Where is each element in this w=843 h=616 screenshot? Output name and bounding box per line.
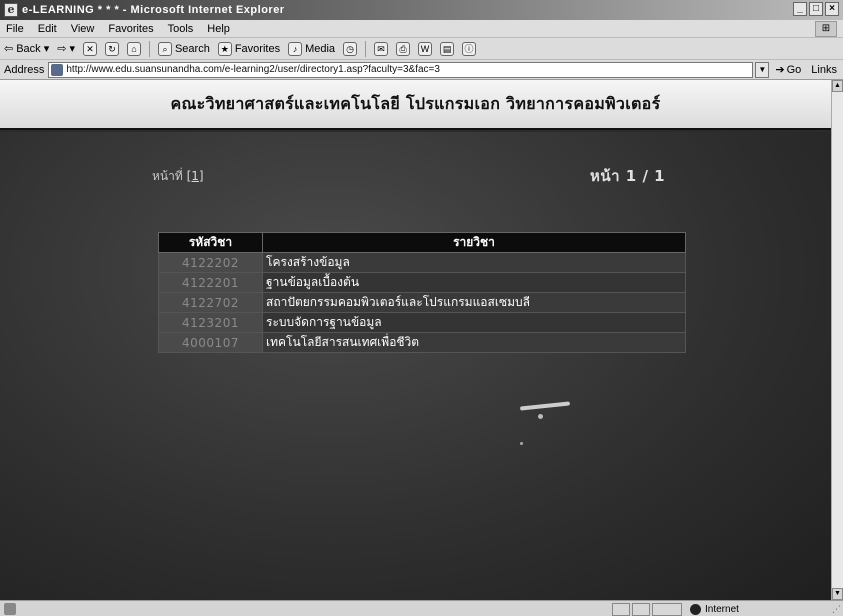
globe-icon	[690, 603, 701, 615]
menu-file[interactable]: File	[6, 23, 24, 35]
forward-button[interactable]: ⇨ ▾	[57, 42, 75, 55]
table-row: 4122201 ฐานข้อมูลเบื้องต้น	[158, 272, 686, 293]
mail-icon[interactable]: ✉	[374, 41, 389, 56]
search-icon: ⌕	[157, 41, 172, 56]
minimize-button[interactable]: _	[793, 2, 807, 16]
table-row: 4000107 เทคโนโลยีสารสนเทศเพื่อชีวิต	[158, 332, 686, 353]
course-name-link[interactable]: เทคโนโลยีสารสนเทศเพื่อชีวิต	[262, 332, 686, 353]
close-button[interactable]: ×	[825, 2, 839, 16]
media-label: Media	[305, 42, 336, 55]
course-code: 4122202	[158, 252, 263, 273]
page-viewport: คณะวิทยาศาสตร์และเทคโนโลยี โปรแกรมเอก วิ…	[0, 80, 831, 600]
back-label: Back	[16, 42, 41, 55]
windows-logo-icon: ⊞	[815, 21, 837, 37]
page-navigation: หน้าที่ [1]	[152, 167, 204, 186]
menubar: File Edit View Favorites Tools Help	[0, 20, 843, 38]
column-header-name: รายวิชา	[262, 232, 686, 253]
ie-app-icon: e	[4, 3, 18, 17]
forward-arrow-icon: ⇨	[57, 43, 67, 55]
table-row: 4122202 โครงสร้างข้อมูล	[158, 252, 686, 273]
chevron-down-icon: ▾	[43, 43, 50, 55]
menu-favorites[interactable]: Favorites	[108, 23, 153, 35]
address-label: Address	[4, 63, 45, 76]
toolbar: ⇦ Back ▾ ⇨ ▾ ✕ ↻ ⌂ ⌕ Search ★ Favorites …	[0, 38, 843, 60]
favorites-icon: ★	[217, 41, 232, 56]
window-title: e-LEARNING * * * - Microsoft Internet Ex…	[22, 4, 285, 16]
favorites-button[interactable]: ★ Favorites	[217, 41, 281, 56]
media-button[interactable]: ♪ Media	[288, 41, 336, 56]
course-name-link[interactable]: โครงสร้างข้อมูล	[262, 252, 686, 273]
go-button[interactable]: ➔ Go	[775, 63, 802, 77]
scroll-down-icon[interactable]: ▼	[832, 588, 843, 600]
maximize-button[interactable]: □	[809, 2, 823, 16]
page-nav-prefix: หน้าที่	[152, 169, 183, 183]
page-icon	[51, 63, 64, 76]
menu-edit[interactable]: Edit	[38, 23, 57, 35]
window-controls: _ □ ×	[793, 2, 839, 16]
course-code: 4000107	[158, 332, 263, 353]
toolbar-separator	[365, 40, 367, 57]
course-code: 4123201	[158, 312, 263, 333]
table-row: 4123201 ระบบจัดการฐานข้อมูล	[158, 312, 686, 333]
edit-icon[interactable]: W	[418, 41, 433, 56]
chevron-down-icon: ▾	[69, 43, 75, 55]
page-link-1[interactable]: [1]	[187, 169, 204, 183]
page-content: หน้าที่ [1] หน้า 1 / 1 รหัสวิชา รายวิชา …	[0, 132, 831, 600]
refresh-icon[interactable]: ↻	[104, 41, 119, 56]
discuss-icon[interactable]: ▤	[440, 41, 455, 56]
resize-grip-icon[interactable]: ⋰	[832, 604, 841, 615]
address-url[interactable]: http://www.edu.suansunandha.com/e-learni…	[66, 64, 440, 75]
decorative-dot	[520, 442, 523, 445]
course-table: รหัสวิชา รายวิชา 4122202 โครงสร้างข้อมูล…	[158, 232, 686, 353]
page-header: คณะวิทยาศาสตร์และเทคโนโลยี โปรแกรมเอก วิ…	[0, 80, 831, 130]
address-bar: Address http://www.edu.suansunandha.com/…	[0, 60, 843, 80]
status-pane	[652, 603, 682, 616]
table-header-row: รหัสวิชา รายวิชา	[158, 232, 686, 253]
zone-label: Internet	[705, 603, 739, 615]
page-count: หน้า 1 / 1	[590, 167, 666, 185]
window-titlebar: e e-LEARNING * * * - Microsoft Internet …	[0, 0, 843, 20]
status-pane	[632, 603, 650, 616]
favorites-label: Favorites	[234, 42, 281, 55]
menu-help[interactable]: Help	[207, 23, 230, 35]
table-row: 4122702 สถาปัตยกรรมคอมพิวเตอร์และโปรแกรม…	[158, 292, 686, 313]
course-code: 4122702	[158, 292, 263, 313]
decorative-dot	[538, 414, 543, 419]
go-label: Go	[786, 63, 802, 76]
menu-tools[interactable]: Tools	[168, 23, 194, 35]
toolbar-separator	[148, 40, 150, 57]
back-arrow-icon: ⇦	[4, 43, 14, 55]
course-name-link[interactable]: ระบบจัดการฐานข้อมูล	[262, 312, 686, 333]
decorative-streak	[519, 401, 571, 411]
home-icon[interactable]: ⌂	[126, 41, 141, 56]
links-button[interactable]: Links	[811, 64, 837, 76]
page-title: คณะวิทยาศาสตร์และเทคโนโลยี โปรแกรมเอก วิ…	[170, 93, 661, 113]
messenger-icon[interactable]: ⓘ	[462, 41, 477, 56]
print-icon[interactable]: ⎙	[396, 41, 411, 56]
course-code: 4122201	[158, 272, 263, 293]
address-input[interactable]: http://www.edu.suansunandha.com/e-learni…	[48, 61, 754, 78]
vertical-scrollbar[interactable]: ▲ ▼	[831, 80, 843, 600]
history-icon[interactable]: ◷	[343, 41, 358, 56]
address-dropdown-icon[interactable]: ▼	[755, 61, 770, 78]
menu-view[interactable]: View	[71, 23, 95, 35]
status-pane	[612, 603, 630, 616]
search-label: Search	[174, 42, 210, 55]
security-zone: Internet	[690, 602, 739, 616]
go-arrow-icon: ➔	[775, 64, 785, 76]
back-button[interactable]: ⇦ Back ▾	[4, 42, 50, 56]
column-header-code: รหัสวิชา	[158, 232, 263, 253]
scroll-up-icon[interactable]: ▲	[832, 80, 843, 92]
stop-icon[interactable]: ✕	[82, 41, 97, 56]
course-name-link[interactable]: สถาปัตยกรรมคอมพิวเตอร์และโปรแกรมแอสเซมบล…	[262, 292, 686, 313]
search-button[interactable]: ⌕ Search	[157, 41, 210, 56]
page-status-icon	[4, 602, 16, 615]
status-bar: Internet ⋰	[0, 600, 843, 616]
course-name-link[interactable]: ฐานข้อมูลเบื้องต้น	[262, 272, 686, 293]
media-icon: ♪	[288, 41, 303, 56]
